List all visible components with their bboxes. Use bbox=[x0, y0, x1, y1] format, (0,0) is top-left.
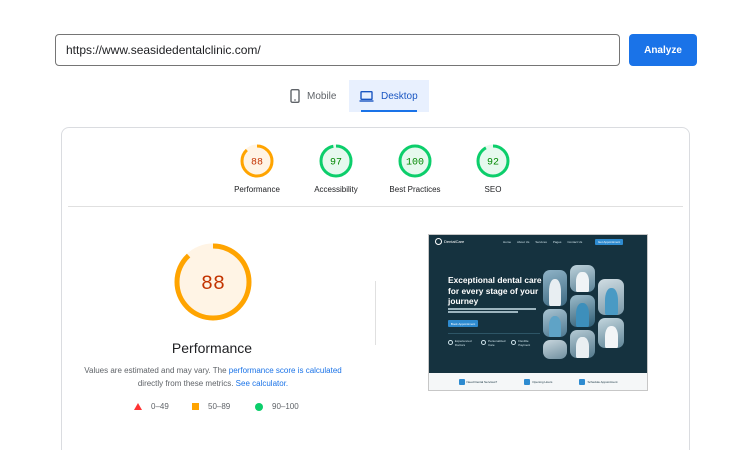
performance-score: 88 bbox=[251, 158, 263, 169]
seo-label: SEO bbox=[484, 185, 502, 194]
pass-circle-icon bbox=[255, 402, 263, 411]
report-card: 88 Performance 97 Accessibility 100 Best… bbox=[61, 127, 690, 450]
thumb-cta: Get Appointment bbox=[595, 239, 623, 245]
performance-description: Values are estimated and may vary. The p… bbox=[82, 364, 344, 390]
desc-prefix: Values are estimated and may vary. The bbox=[84, 366, 229, 375]
average-square-icon bbox=[192, 403, 199, 410]
tab-desktop[interactable]: Desktop bbox=[349, 80, 429, 112]
best-practices-score: 100 bbox=[406, 158, 424, 169]
tab-mobile[interactable]: Mobile bbox=[280, 80, 349, 112]
thumb-photo bbox=[570, 265, 595, 292]
thumb-nav-item: About Us bbox=[517, 240, 530, 244]
thumb-info-bar: Need Dental Services? Opening Hours Sche… bbox=[429, 373, 647, 390]
best-practices-gauge-ring: 100 bbox=[398, 144, 432, 178]
desc-middle: directly from these metrics. bbox=[137, 379, 236, 388]
thumb-info-item: Opening Hours bbox=[524, 378, 552, 385]
thumb-logo: DentalCare bbox=[435, 238, 464, 245]
tab-desktop-label: Desktop bbox=[381, 90, 418, 102]
thumb-nav-item: Pages bbox=[552, 240, 562, 244]
thumb-photo bbox=[598, 279, 624, 315]
performance-score-link[interactable]: performance score is calculated bbox=[229, 366, 342, 375]
thumb-hero-text bbox=[448, 308, 536, 314]
thumb-nav: Home About Us Services Pages Contact Us bbox=[503, 240, 582, 244]
accessibility-score: 97 bbox=[330, 158, 342, 169]
seo-gauge-ring: 92 bbox=[476, 144, 510, 178]
gauge-performance[interactable]: 88 Performance bbox=[217, 144, 297, 194]
thumb-nav-item: Home bbox=[503, 240, 512, 244]
performance-title: Performance bbox=[171, 340, 253, 356]
performance-big-gauge: 88 bbox=[174, 243, 252, 321]
accessibility-gauge-ring: 97 bbox=[319, 144, 353, 178]
legend-average-range: 50–89 bbox=[208, 402, 231, 411]
performance-gauge-ring: 88 bbox=[240, 144, 274, 178]
performance-label: Performance bbox=[234, 185, 280, 194]
thumb-photo bbox=[570, 330, 595, 358]
thumb-photo bbox=[543, 270, 567, 306]
legend-fail: 0–49 bbox=[134, 402, 169, 411]
thumb-feature: Flexible Payment bbox=[511, 338, 540, 347]
url-input[interactable] bbox=[55, 34, 620, 66]
see-calculator-link[interactable]: See calculator. bbox=[236, 379, 288, 388]
section-divider bbox=[68, 206, 683, 207]
thumb-info-item: Schedule Appointment bbox=[579, 378, 617, 385]
gauge-seo[interactable]: 92 SEO bbox=[453, 144, 533, 194]
thumb-info-item: Need Dental Services? bbox=[458, 378, 497, 385]
thumb-nav-item: Contact Us bbox=[567, 240, 583, 244]
thumb-photo bbox=[598, 318, 624, 348]
thumb-feature: Personalized Care bbox=[481, 338, 511, 347]
legend-average: 50–89 bbox=[192, 402, 230, 411]
thumb-hero-button: Book Appointment bbox=[448, 320, 478, 327]
laptop-icon bbox=[359, 90, 374, 102]
thumb-photo bbox=[570, 295, 595, 327]
performance-big-score: 88 bbox=[201, 273, 225, 296]
thumb-nav-item: Services bbox=[535, 240, 547, 244]
tooth-logo-icon bbox=[435, 238, 442, 245]
thumb-features: Experienced Doctors Personalized Care Fl… bbox=[448, 333, 540, 347]
tab-mobile-label: Mobile bbox=[307, 90, 337, 102]
legend-fail-range: 0–49 bbox=[151, 402, 169, 411]
thumb-feature: Experienced Doctors bbox=[448, 338, 481, 347]
legend-pass-range: 90–100 bbox=[272, 402, 299, 411]
gauge-accessibility[interactable]: 97 Accessibility bbox=[296, 144, 376, 194]
page-screenshot: DentalCare Home About Us Services Pages … bbox=[428, 234, 648, 391]
gauge-best-practices[interactable]: 100 Best Practices bbox=[375, 144, 455, 194]
seo-score: 92 bbox=[487, 158, 499, 169]
thumb-photo bbox=[543, 309, 567, 337]
vertical-divider bbox=[375, 281, 376, 345]
analyze-button[interactable]: Analyze bbox=[629, 34, 697, 66]
thumb-brand: DentalCare bbox=[444, 239, 465, 244]
thumb-photo bbox=[543, 340, 567, 359]
device-tabs: Mobile Desktop bbox=[280, 80, 429, 112]
accessibility-label: Accessibility bbox=[314, 185, 358, 194]
phone-icon bbox=[290, 89, 300, 103]
best-practices-label: Best Practices bbox=[389, 185, 441, 194]
legend-pass: 90–100 bbox=[255, 402, 299, 411]
fail-triangle-icon bbox=[134, 403, 142, 410]
thumb-hero-title: Exceptional dental care for every stage … bbox=[448, 275, 542, 306]
